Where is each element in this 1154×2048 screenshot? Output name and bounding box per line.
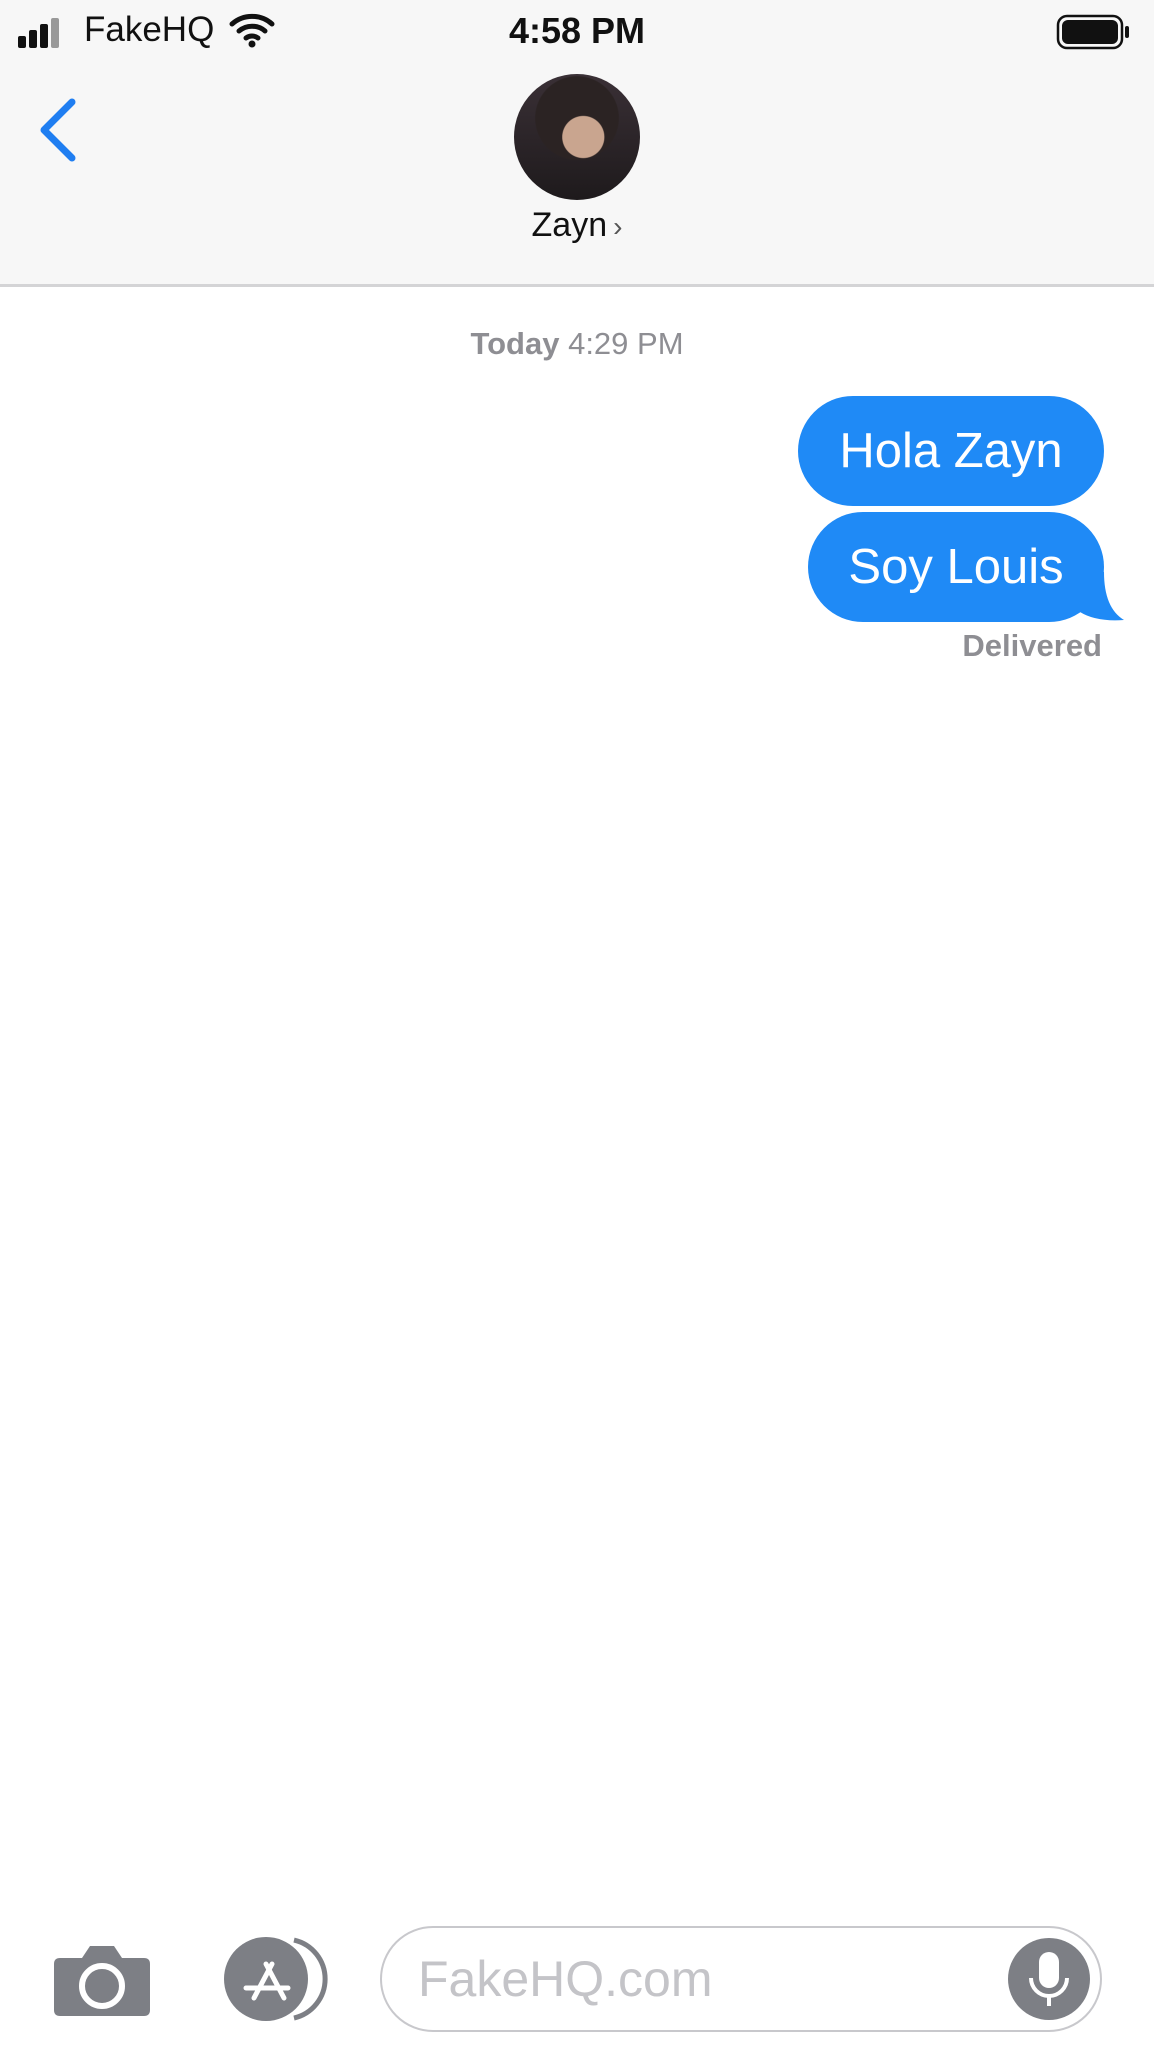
- app-store-icon[interactable]: [216, 1934, 328, 2024]
- message-text: Soy Louis: [848, 540, 1064, 594]
- message-input[interactable]: FakeHQ.com: [380, 1926, 1102, 2032]
- back-chevron-icon[interactable]: [30, 90, 90, 170]
- message-bubble[interactable]: Soy Louis: [808, 512, 1104, 622]
- contact-name[interactable]: Zayn ›: [0, 206, 1154, 245]
- message-text: Hola Zayn: [839, 424, 1063, 478]
- message-bubble[interactable]: Hola Zayn: [798, 396, 1104, 506]
- camera-icon[interactable]: [52, 1938, 152, 2018]
- microphone-icon[interactable]: [1008, 1938, 1090, 2020]
- contact-name-label: Zayn: [531, 206, 608, 244]
- input-placeholder: FakeHQ.com: [418, 1951, 713, 2007]
- contact-avatar[interactable]: [514, 74, 640, 200]
- status-time: 4:58 PM: [508, 10, 646, 51]
- timestamp-day: Today: [470, 326, 560, 361]
- status-bar: FakeHQ 4:58 PM: [0, 0, 1154, 64]
- message-timestamp: Today 4:29 PM: [0, 326, 1154, 362]
- bubble-tail: [1080, 572, 1124, 621]
- conversation-header: Zayn ›: [0, 64, 1154, 287]
- battery-icon: [1056, 14, 1129, 50]
- chevron-right-icon: ›: [613, 211, 623, 242]
- delivery-status: Delivered: [962, 628, 1102, 663]
- timestamp-time: 4:29 PM: [568, 326, 684, 361]
